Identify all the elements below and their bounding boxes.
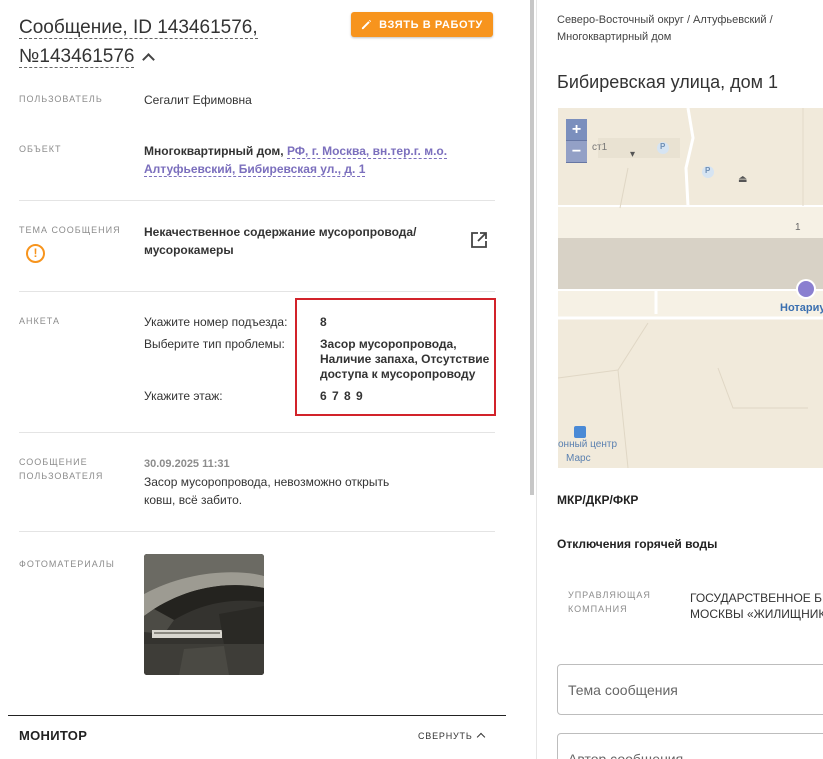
photo-thumbnail[interactable] <box>144 554 264 675</box>
map-zoom-controls: + − <box>566 119 587 163</box>
hot-water-heading: Отключения горячей воды <box>557 537 718 551</box>
take-to-work-button[interactable]: ВЗЯТЬ В РАБОТУ <box>351 12 493 37</box>
topic-line-2: мусорокамеры <box>144 243 234 257</box>
parking-icon: P <box>705 166 711 175</box>
photos-label: ФОТОМАТЕРИАЛЫ <box>19 559 115 569</box>
breadcrumb-line2: Многоквартирный дом <box>557 31 672 43</box>
object-value: Многоквартирный дом, РФ, г. Москва, вн.т… <box>144 142 448 178</box>
message-date: 30.09.2025 11:31 <box>144 458 230 470</box>
take-to-work-label: ВЗЯТЬ В РАБОТУ <box>379 18 483 31</box>
user-value: Сегалит Ефимовна <box>144 93 252 107</box>
zoom-out-button[interactable]: − <box>566 141 587 163</box>
message-text-line2: ковш, всё забито. <box>144 493 243 507</box>
management-company-label: УПРАВЛЯЮЩАЯ КОМПАНИЯ <box>568 588 651 616</box>
left-panel-scrollbar[interactable] <box>530 0 534 495</box>
monitor-title: МОНИТОР <box>19 728 88 743</box>
monument-icon: ⏏ <box>738 174 748 185</box>
chevron-up-icon[interactable] <box>142 53 156 66</box>
anketa-label: АНКЕТА <box>19 316 60 326</box>
topic-input[interactable] <box>557 664 823 715</box>
ticket-title-text[interactable]: Сообщение, ID 143461576, №143461576 <box>19 17 258 68</box>
object-type: Многоквартирный дом, <box>144 144 284 158</box>
user-label: ПОЛЬЗОВАТЕЛЬ <box>19 94 103 104</box>
author-input[interactable] <box>557 733 823 759</box>
user-message-label: СООБЩЕНИЕ ПОЛЬЗОВАТЕЛЯ <box>19 455 103 483</box>
management-company-label-2: КОМПАНИЯ <box>568 604 628 614</box>
topic-value: Некачественное содержание мусоропровода/… <box>144 223 416 259</box>
map-label-stop: ст1 <box>592 142 608 153</box>
ticket-title[interactable]: Сообщение, ID 143461576, №143461576 <box>19 13 339 71</box>
topic-label: ТЕМА СООБЩЕНИЯ <box>19 225 121 235</box>
breadcrumb: Северо-Восточный округ / Алтуфьевский / … <box>557 12 817 46</box>
divider <box>19 432 495 433</box>
garbage-chute-photo <box>144 554 264 675</box>
map-label-house: 1 <box>795 222 801 233</box>
object-address-link-line2[interactable]: Алтуфьевский, Бибиревская ул., д. 1 <box>144 162 366 177</box>
map[interactable]: + − ст1 P P ▾ ⏏ 1 Нотариу онный центр Ма… <box>558 108 823 468</box>
parking-icon: P <box>660 142 666 151</box>
divider <box>19 531 495 532</box>
management-company-value-1: ГОСУДАРСТВЕННОЕ БК <box>690 591 823 605</box>
zoom-in-button[interactable]: + <box>566 119 587 141</box>
map-label-center-2: Марс <box>566 453 591 464</box>
anketa-answer-entrance: 8 <box>320 315 327 329</box>
topic-line-1: Некачественное содержание мусоропровода/ <box>144 225 417 239</box>
shop-icon: ▾ <box>630 149 636 160</box>
location-panel: Северо-Восточный округ / Алтуфьевский / … <box>536 0 823 759</box>
pencil-icon <box>362 19 372 30</box>
management-company-value: ГОСУДАРСТВЕННОЕ БК МОСКВЫ «ЖИЛИЩНИК <box>690 590 823 622</box>
breadcrumb-line1: Северо-Восточный округ / Алтуфьевский / <box>557 14 773 26</box>
map-label-notary: Нотариу <box>780 302 823 314</box>
monitor-divider <box>8 715 506 716</box>
user-message-label-line1: СООБЩЕНИЕ <box>19 457 88 467</box>
ticket-panel: Сообщение, ID 143461576, №143461576 ВЗЯТ… <box>0 0 530 759</box>
map-label-center: онный центр <box>558 439 617 450</box>
object-address-link[interactable]: РФ, г. Москва, вн.тер.г. м.о. <box>286 144 448 159</box>
message-text-line1: Засор мусоропровода, невозможно открыть <box>144 475 390 489</box>
anketa-question-floor: Укажите этаж: <box>144 389 223 403</box>
map-canvas <box>558 108 823 468</box>
anketa-answer-problem-line1: Засор мусоропровода, <box>320 337 457 351</box>
anketa-answer-problem-line2: Наличие запаха, Отсутствие <box>320 352 490 366</box>
chevron-up-icon <box>476 732 485 742</box>
divider <box>19 200 495 201</box>
object-label: ОБЪЕКТ <box>19 144 62 154</box>
management-company-value-2: МОСКВЫ «ЖИЛИЩНИК <box>690 607 823 621</box>
mkr-heading: МКР/ДКР/ФКР <box>557 493 639 507</box>
anketa-question-entrance: Укажите номер подъезда: <box>144 315 288 329</box>
open-external-icon[interactable] <box>470 231 488 249</box>
warning-icon: ! <box>26 244 45 263</box>
user-message-label-line2: ПОЛЬЗОВАТЕЛЯ <box>19 471 104 481</box>
address-title: Бибиревская улица, дом 1 <box>557 72 779 92</box>
message-text: Засор мусоропровода, невозможно открыть … <box>144 473 389 509</box>
management-company-label-1: УПРАВЛЯЮЩАЯ <box>568 590 651 600</box>
anketa-question-problem: Выберите тип проблемы: <box>144 337 285 351</box>
anketa-answer-floor: 6 7 8 9 <box>320 389 364 403</box>
collapse-monitor-button[interactable]: СВЕРНУТЬ <box>418 731 485 742</box>
anketa-answer-problem: Засор мусоропровода, Наличие запаха, Отс… <box>320 337 489 382</box>
collapse-label: СВЕРНУТЬ <box>418 731 473 741</box>
divider <box>19 291 495 292</box>
anketa-answer-problem-line3: доступа к мусоропроводу <box>320 367 476 381</box>
